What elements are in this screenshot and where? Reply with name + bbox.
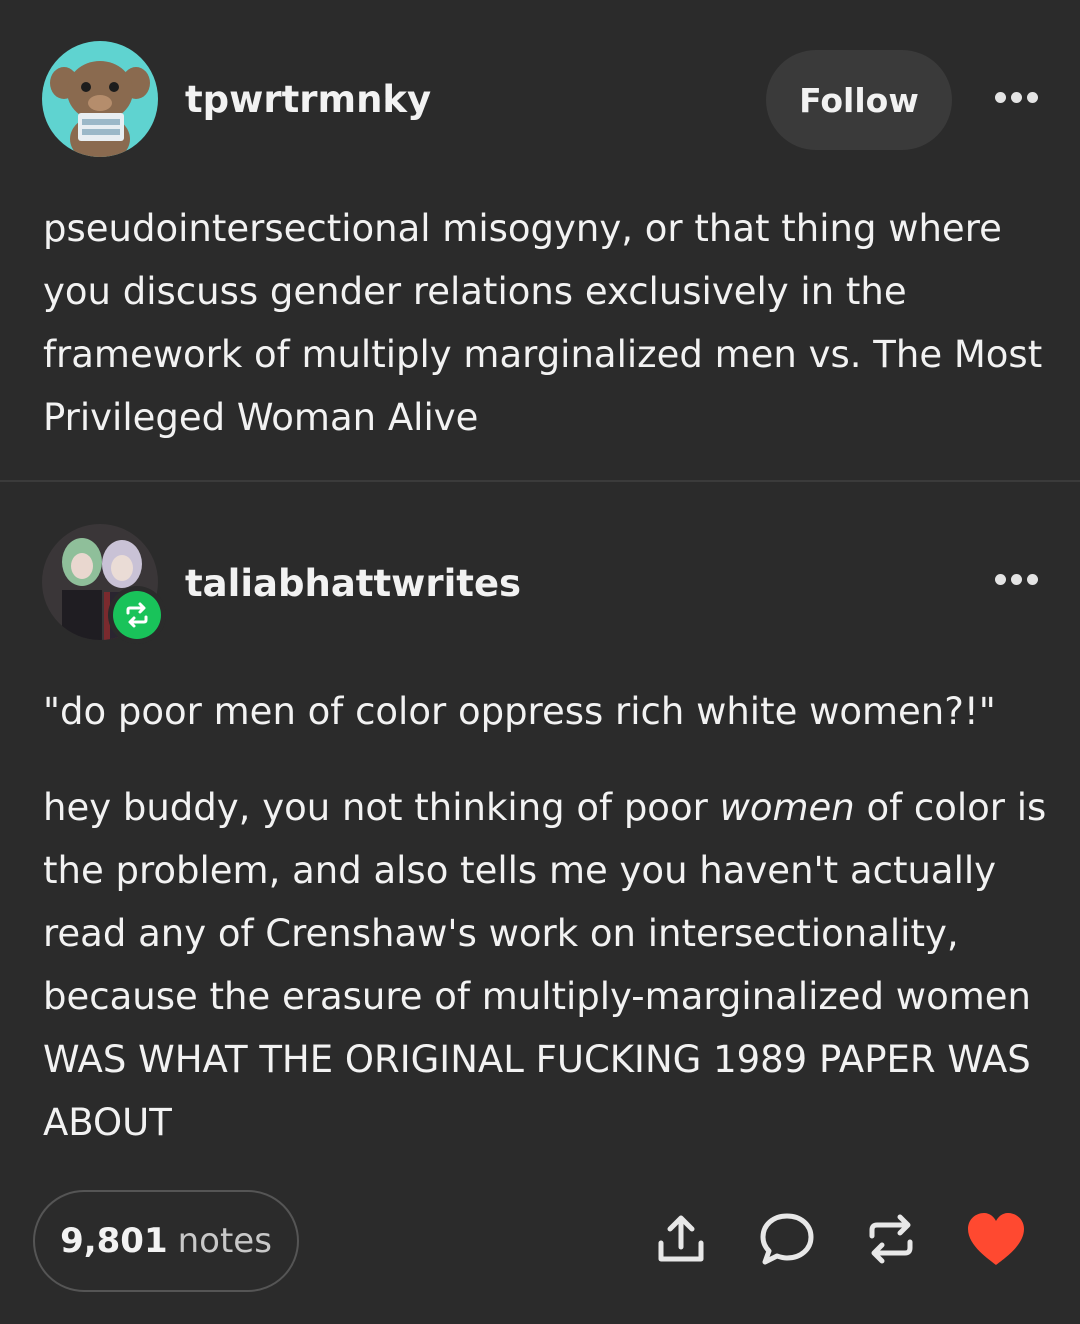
reply-emphasis: women xyxy=(719,786,855,829)
reblog-icon[interactable] xyxy=(858,1206,924,1272)
more-options-icon[interactable] xyxy=(992,82,1040,112)
notes-label: notes xyxy=(177,1221,272,1261)
follow-button[interactable]: Follow xyxy=(766,50,952,150)
reblog-badge xyxy=(108,586,166,644)
heart-icon[interactable] xyxy=(963,1206,1029,1272)
notes-button[interactable]: 9,801 notes xyxy=(33,1190,299,1292)
reply-text-part2: of color is the problem, and also tells … xyxy=(43,786,1047,1144)
monkey-avatar-icon xyxy=(42,41,158,157)
reblog-more-options-icon[interactable] xyxy=(992,564,1040,594)
comment-icon[interactable] xyxy=(754,1206,820,1272)
username-original[interactable]: tpwrtrmnky xyxy=(185,78,431,121)
original-post-body: pseudointersectional misogyny, or that t… xyxy=(43,207,1043,439)
avatar-tpwrtrmnky[interactable] xyxy=(42,41,158,157)
reblog-divider xyxy=(0,480,1080,482)
reply-text-part1: hey buddy, you not thinking of poor xyxy=(43,786,720,829)
reblog-reply: hey buddy, you not thinking of poor wome… xyxy=(43,776,1053,1154)
share-icon[interactable] xyxy=(648,1206,714,1272)
reblog-badge-icon xyxy=(126,602,148,628)
username-reblogger[interactable]: taliabhattwrites xyxy=(185,562,521,605)
reblog-quote: "do poor men of color oppress rich white… xyxy=(43,690,996,733)
notes-count: 9,801 xyxy=(60,1221,168,1261)
